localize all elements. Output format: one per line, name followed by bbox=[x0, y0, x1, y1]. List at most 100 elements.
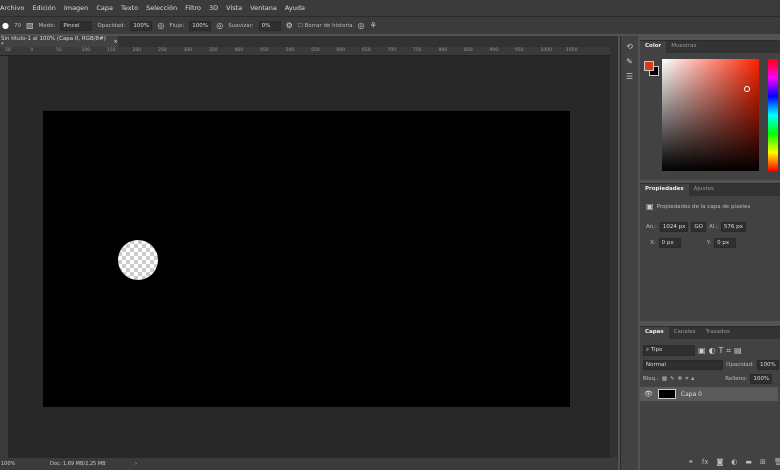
tab-trazados[interactable]: Trazados bbox=[701, 327, 735, 339]
symmetry-icon[interactable]: ⚘ bbox=[370, 21, 377, 30]
ruler-tick-label: 950 bbox=[515, 48, 524, 53]
ruler-tick-label: 1000 bbox=[540, 48, 552, 53]
mode-select[interactable]: Pincel bbox=[60, 20, 93, 31]
pressure-size-icon[interactable]: ◎ bbox=[358, 21, 365, 30]
menu-archivo[interactable]: Archivo bbox=[0, 4, 28, 12]
filter-adjustment-icon[interactable]: ◐ bbox=[709, 346, 716, 355]
width-label: An.: bbox=[646, 224, 657, 230]
layer-opacity-label: Opacidad: bbox=[726, 362, 754, 368]
height-field[interactable]: 576 px bbox=[720, 222, 746, 232]
menu-edicion[interactable]: Edición bbox=[28, 4, 60, 12]
hue-slider[interactable] bbox=[768, 59, 778, 171]
new-layer-icon[interactable]: ⊞ bbox=[760, 458, 766, 466]
brush-size: 70 bbox=[13, 22, 21, 29]
new-group-icon[interactable]: ▬ bbox=[745, 458, 752, 466]
ruler-tick-label: 650 bbox=[362, 48, 371, 53]
fill-field[interactable]: 100% bbox=[750, 374, 773, 384]
ruler-tick-label: 50 bbox=[5, 48, 11, 53]
layer-filter-select[interactable]: ⌕ Tipo bbox=[643, 345, 695, 356]
options-bar: ● 70 ▨ Modo: Pincel Opacidad: 100% ◎ Flu… bbox=[0, 16, 780, 34]
menu-filtro[interactable]: Filtro bbox=[181, 4, 205, 12]
filter-pixel-icon[interactable]: ▣ bbox=[698, 346, 706, 355]
ruler-tick-label: 850 bbox=[464, 48, 473, 53]
lock-all-icon[interactable]: 🔒︎ bbox=[691, 376, 694, 383]
layer-name: Capa 0 bbox=[680, 390, 702, 398]
menu-vista[interactable]: Vista bbox=[222, 4, 246, 12]
filter-smart-icon[interactable]: ▤ bbox=[734, 346, 742, 355]
menu-imagen[interactable]: Imagen bbox=[60, 4, 92, 12]
ruler-tick-label: 750 bbox=[413, 48, 422, 53]
filter-shape-icon[interactable]: ⌗ bbox=[726, 346, 731, 356]
tab-ajustes[interactable]: Ajustes bbox=[689, 184, 719, 196]
link-button[interactable]: GO bbox=[691, 222, 706, 232]
color-field[interactable] bbox=[662, 59, 759, 171]
layer-thumbnail bbox=[657, 389, 676, 399]
status-bar: 100% Doc: 1,69 MB/2,25 MB › bbox=[0, 458, 618, 470]
menu-bar: Archivo Edición Imagen Capa Texto Selecc… bbox=[0, 0, 780, 16]
ruler-tick-label: 300 bbox=[183, 48, 193, 53]
width-field[interactable]: 1024 px bbox=[659, 222, 689, 232]
foreground-color-swatch[interactable] bbox=[644, 61, 654, 71]
vertical-ruler bbox=[0, 56, 8, 458]
menu-3d[interactable]: 3D bbox=[205, 4, 222, 12]
delete-layer-icon[interactable]: 🗑︎ bbox=[774, 458, 780, 466]
link-layers-icon[interactable]: ⚭ bbox=[688, 458, 694, 466]
tab-canales[interactable]: Canales bbox=[669, 327, 701, 339]
visibility-eye-icon[interactable]: 👁︎ bbox=[644, 390, 653, 398]
y-field[interactable]: 0 px bbox=[714, 238, 737, 248]
menu-capa[interactable]: Capa bbox=[92, 4, 117, 12]
height-label: Al.: bbox=[708, 224, 718, 230]
lock-artboard-icon[interactable]: ⌗ bbox=[685, 376, 688, 383]
ruler-tick-label: 250 bbox=[158, 48, 167, 53]
color-panel: Color Muestras bbox=[640, 40, 780, 180]
ruler-tick-label: 200 bbox=[132, 48, 142, 53]
ruler-tick-label: 500 bbox=[285, 48, 295, 53]
smooth-field[interactable]: 0% bbox=[258, 20, 281, 31]
opacity-field[interactable]: 100% bbox=[130, 20, 153, 31]
fill-label: Relleno: bbox=[725, 376, 748, 382]
ruler-tick-label: 50 bbox=[56, 48, 62, 53]
tab-muestras[interactable]: Muestras bbox=[666, 41, 701, 53]
gear-icon[interactable]: ⚙ bbox=[286, 21, 293, 30]
lock-pixels-icon[interactable]: ✎ bbox=[670, 376, 675, 382]
tab-capas[interactable]: Capas bbox=[640, 327, 669, 339]
adjustments-icon[interactable]: ☰ bbox=[621, 72, 638, 81]
color-picker-ring[interactable] bbox=[744, 86, 750, 92]
document-tab-title: Sin título-1 al 100% (Capa 0, RGB/8#) * bbox=[1, 35, 106, 48]
status-arrow[interactable]: › bbox=[135, 461, 137, 467]
pressure-opacity-icon[interactable]: ◎ bbox=[157, 21, 164, 30]
layers-panel: Capas Canales Trazados ⌕ Tipo ▣ ◐ T ⌗ ▤ … bbox=[640, 326, 780, 470]
menu-seleccion[interactable]: Selección bbox=[142, 4, 181, 12]
brush-settings-icon[interactable]: ✎ bbox=[621, 57, 638, 66]
lock-position-icon[interactable]: ✥ bbox=[678, 376, 683, 382]
flow-label: Flujo: bbox=[169, 22, 185, 29]
add-mask-icon[interactable]: ◙ bbox=[716, 458, 723, 466]
x-field[interactable]: 0 px bbox=[658, 238, 681, 248]
flow-field[interactable]: 100% bbox=[189, 20, 212, 31]
tab-color[interactable]: Color bbox=[640, 41, 667, 53]
document-tab[interactable]: Sin título-1 al 100% (Capa 0, RGB/8#) * … bbox=[0, 35, 118, 48]
menu-texto[interactable]: Texto bbox=[117, 4, 142, 12]
tab-propiedades[interactable]: Propiedades bbox=[640, 184, 689, 196]
vertical-scrollbar[interactable] bbox=[610, 47, 618, 458]
ruler-tick-label: 550 bbox=[311, 48, 320, 53]
layer-opacity-field[interactable]: 100% bbox=[756, 360, 779, 370]
erase-history-checkbox[interactable]: ☐ Borrar de historia bbox=[298, 23, 353, 29]
lock-transparency-icon[interactable]: ▩ bbox=[662, 376, 667, 382]
mode-label: Modo: bbox=[38, 22, 56, 29]
history-icon[interactable]: ⟲ bbox=[621, 42, 638, 51]
pixel-layer-icon: ▣ bbox=[646, 202, 654, 211]
filter-type-icon[interactable]: T bbox=[719, 346, 724, 355]
fx-icon[interactable]: fx bbox=[702, 458, 709, 466]
brush-panel-icon[interactable]: ▨ bbox=[26, 21, 34, 30]
ruler-tick-label: 1050 bbox=[566, 48, 578, 53]
airbrush-icon[interactable]: ◎ bbox=[216, 21, 223, 30]
brush-preset-icon[interactable]: ● bbox=[2, 21, 9, 30]
menu-ayuda[interactable]: Ayuda bbox=[281, 4, 309, 12]
zoom-level[interactable]: 100% bbox=[0, 461, 50, 467]
close-tab-icon[interactable]: × bbox=[113, 39, 118, 45]
new-adjustment-icon[interactable]: ◐ bbox=[731, 458, 737, 466]
menu-ventana[interactable]: Ventana bbox=[246, 4, 281, 12]
blend-mode-select[interactable]: Normal bbox=[643, 360, 723, 370]
layer-row[interactable]: 👁︎ Capa 0 bbox=[640, 387, 778, 401]
